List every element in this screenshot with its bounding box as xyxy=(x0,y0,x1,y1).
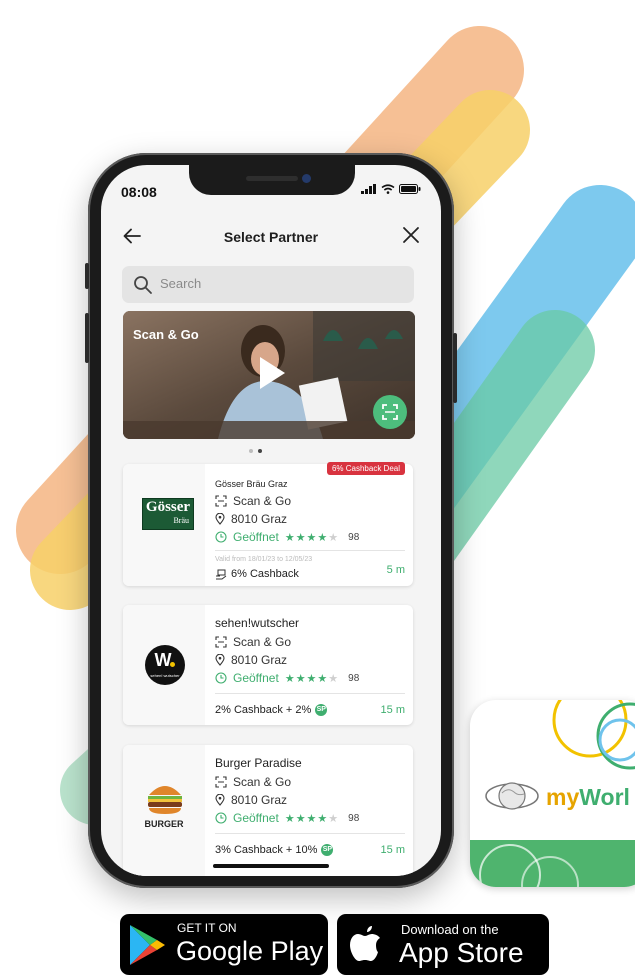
rating-count: 98 xyxy=(348,672,360,684)
divider xyxy=(215,693,405,694)
scan-icon xyxy=(215,636,227,648)
front-camera xyxy=(302,174,311,183)
phone-mockup: 08:08 Select Partner Search Scan & Go Gö… xyxy=(85,153,457,888)
myworld-wordmark: myWorl xyxy=(546,784,630,810)
notch xyxy=(189,165,355,195)
header-bar: Select Partner xyxy=(101,223,441,253)
partner-logo-area: W. sehen! wutscher xyxy=(123,605,205,725)
badge-small-text: Download on the xyxy=(401,922,499,937)
rating-stars: ★★★★★ xyxy=(284,531,340,544)
validity-text: Valid from 18/01/23 to 12/05/23 xyxy=(215,556,313,563)
search-icon xyxy=(134,276,152,294)
partner-card[interactable]: W. sehen! wutscher sehen!wutscher Scan &… xyxy=(123,605,413,725)
wifi-icon xyxy=(381,184,395,194)
google-play-badge[interactable]: GET IT ON Google Play xyxy=(120,914,328,975)
location-pin-icon xyxy=(215,654,225,666)
rating-stars: ★★★★★ xyxy=(284,812,340,825)
carousel-dots xyxy=(249,449,262,453)
scan-and-go-video-banner[interactable]: Scan & Go xyxy=(123,311,415,439)
phone-side-button xyxy=(453,333,457,403)
scan-button[interactable] xyxy=(373,395,407,429)
clock-icon xyxy=(215,672,227,684)
divider xyxy=(215,833,405,834)
close-icon[interactable] xyxy=(399,223,423,247)
gosser-logo: Gösser Bräu xyxy=(142,498,194,530)
service-row: Scan & Go xyxy=(215,775,291,789)
logo-accent-dot xyxy=(170,662,175,667)
partner-logo-area: BURGER xyxy=(123,745,205,876)
scan-icon xyxy=(382,404,398,420)
partner-name: Gösser Bräu Graz xyxy=(215,479,288,489)
status-icons xyxy=(361,184,421,194)
scan-icon xyxy=(215,495,227,507)
status-time: 08:08 xyxy=(121,184,157,200)
partner-name: sehen!wutscher xyxy=(215,616,300,630)
distance: 5 m xyxy=(386,564,405,576)
cashback-hand-icon xyxy=(216,569,227,579)
search-input[interactable] xyxy=(160,276,400,291)
rating-count: 98 xyxy=(348,531,360,543)
address-row: 8010 Graz xyxy=(215,793,287,807)
location-pin-icon xyxy=(215,794,225,806)
banner-label: Scan & Go xyxy=(133,327,199,342)
badge-small-text: GET IT ON xyxy=(177,921,237,935)
clock-icon xyxy=(215,812,227,824)
partner-card[interactable]: BURGER Burger Paradise Scan & Go 8010 Gr… xyxy=(123,745,413,876)
page-title: Select Partner xyxy=(223,229,319,245)
app-store-badge[interactable]: Download on the App Store xyxy=(337,914,549,975)
home-indicator xyxy=(213,864,329,868)
opening-status-row: Geöffnet ★★★★★ 98 xyxy=(215,811,359,825)
apple-icon xyxy=(350,926,380,961)
google-play-icon xyxy=(130,925,165,965)
clock-icon xyxy=(215,531,227,543)
badge-big-text: Google Play xyxy=(176,936,324,966)
signal-icon xyxy=(361,184,376,194)
burger-logo xyxy=(148,786,182,814)
badge-big-text: App Store xyxy=(399,937,524,968)
battery-icon xyxy=(399,184,421,194)
wutscher-logo: W. sehen! wutscher xyxy=(145,645,185,685)
search-bar[interactable] xyxy=(122,266,414,303)
rating-stars: ★★★★★ xyxy=(284,672,340,685)
carousel-dot[interactable] xyxy=(249,449,253,453)
partner-card[interactable]: Gösser Bräu 6% Cashback Deal Gösser Bräu… xyxy=(123,462,413,586)
sp-badge: SP xyxy=(321,844,334,856)
address-row: 8010 Graz xyxy=(215,512,287,526)
phone-side-button xyxy=(85,263,89,289)
partner-logo-area: Gösser Bräu xyxy=(123,464,205,586)
rating-count: 98 xyxy=(348,812,360,824)
scan-icon xyxy=(215,776,227,788)
play-icon[interactable] xyxy=(257,355,287,391)
phone-screen: 08:08 Select Partner Search Scan & Go Gö… xyxy=(101,165,441,876)
opening-status-row: Geöffnet ★★★★★ 98 xyxy=(215,530,359,544)
cashback-info: 2% Cashback + 2% SP xyxy=(215,704,328,716)
distance: 15 m xyxy=(380,844,405,856)
cashback-info: 6% Cashback xyxy=(215,568,299,580)
location-pin-icon xyxy=(215,513,225,525)
sp-badge: SP xyxy=(315,704,328,716)
partner-name: Burger Paradise xyxy=(215,756,302,770)
distance: 15 m xyxy=(380,704,405,716)
speaker xyxy=(246,176,298,181)
service-row: Scan & Go xyxy=(215,494,291,508)
myworld-app-icon: myWorl xyxy=(470,700,635,887)
divider xyxy=(215,550,405,551)
address-row: 8010 Graz xyxy=(215,653,287,667)
cashback-deal-badge: 6% Cashback Deal xyxy=(326,462,405,475)
service-row: Scan & Go xyxy=(215,635,291,649)
carousel-dot-active[interactable] xyxy=(258,449,262,453)
phone-side-button xyxy=(85,313,89,363)
opening-status-row: Geöffnet ★★★★★ 98 xyxy=(215,671,359,685)
burger-logo-text: BURGER xyxy=(144,819,184,829)
cashback-info: 3% Cashback + 10% SP xyxy=(215,844,334,856)
